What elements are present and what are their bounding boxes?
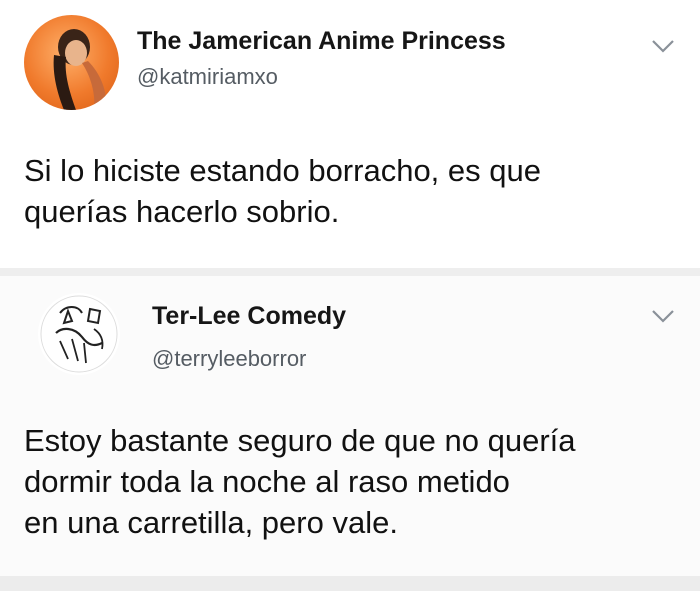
divider [0,268,700,276]
user-handle[interactable]: @terryleeborror [152,346,306,372]
display-name[interactable]: The Jamerican Anime Princess [137,27,506,56]
avatar[interactable] [38,293,120,375]
display-name[interactable]: Ter-Lee Comedy [152,302,346,331]
profile-photo-icon [53,29,107,110]
tweet-card[interactable]: Ter-Lee Comedy @terryleeborror Estoy bas… [0,276,700,576]
tweet-text-line: dormir toda la noche al raso metido [24,464,510,499]
sketch-logo-icon [40,295,118,373]
tweet-text-line: Estoy bastante seguro de que no quería [24,423,576,458]
avatar[interactable] [24,15,119,110]
tweet-card[interactable]: The Jamerican Anime Princess @katmiriamx… [0,0,700,268]
chevron-down-icon[interactable] [650,38,676,54]
tweet-text: Si lo hiciste estando borracho, es que q… [24,150,684,232]
tweet-text: Estoy bastante seguro de que no quería d… [24,420,684,543]
chevron-down-icon[interactable] [650,308,676,324]
tweet-text-line: en una carretilla, pero vale. [24,505,398,540]
tweet-text-line: querías hacerlo sobrio. [24,194,340,229]
tweet-text-line: Si lo hiciste estando borracho, es que [24,153,541,188]
divider [0,576,700,591]
user-handle[interactable]: @katmiriamxo [137,64,278,90]
